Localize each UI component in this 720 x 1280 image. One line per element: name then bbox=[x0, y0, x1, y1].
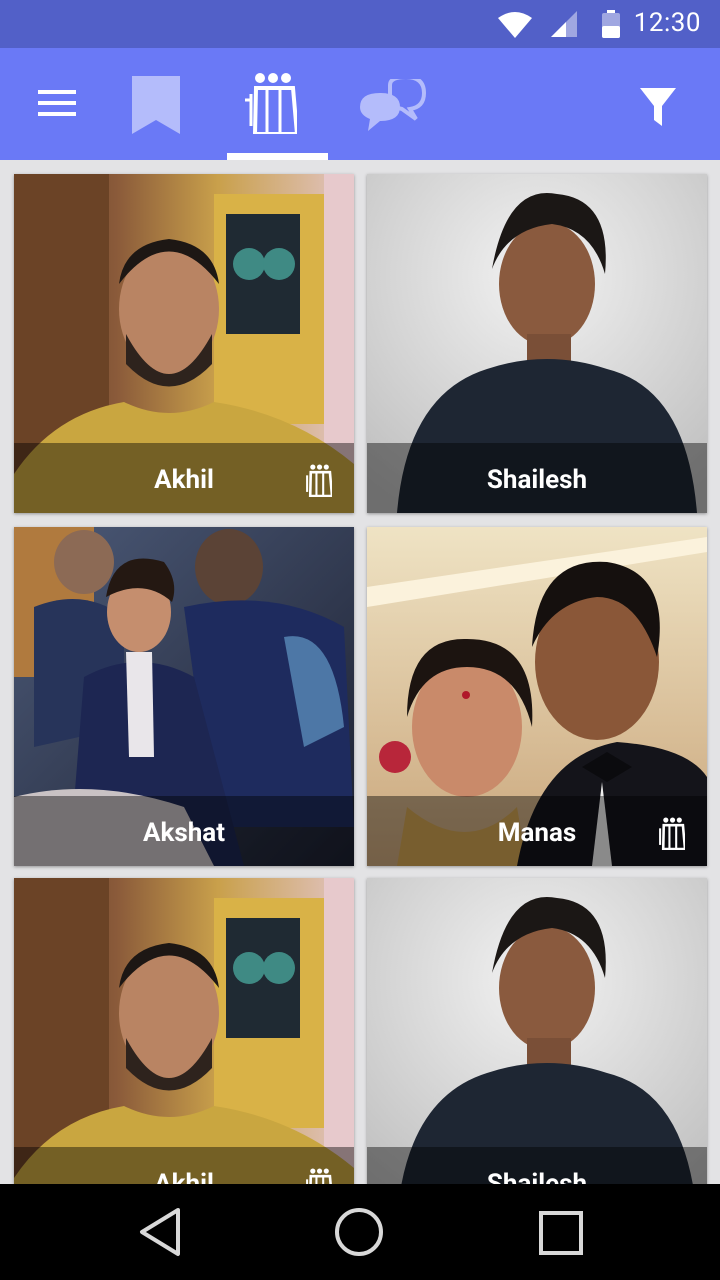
cell-signal-icon bbox=[551, 11, 577, 37]
selected-tab-indicator bbox=[227, 153, 328, 160]
person-photo bbox=[367, 878, 707, 1184]
person-card-akhil[interactable]: Akhil bbox=[14, 878, 354, 1184]
person-name: Akhil bbox=[154, 465, 214, 495]
status-bar: 12:30 bbox=[0, 0, 720, 48]
filter-funnel-icon[interactable] bbox=[640, 88, 676, 126]
person-card-akhil[interactable]: Akhil bbox=[14, 174, 354, 513]
person-name: Akhil bbox=[154, 1169, 214, 1184]
group-icon bbox=[306, 464, 332, 497]
person-card-manas[interactable]: Manas bbox=[367, 527, 707, 866]
app-bar bbox=[0, 48, 720, 160]
bookmark-icon[interactable] bbox=[132, 76, 180, 134]
home-circle-icon[interactable] bbox=[333, 1206, 385, 1258]
people-grid: Akhil Shailesh Akshat Manas Akhil Shaile… bbox=[0, 160, 720, 1184]
wifi-icon bbox=[498, 12, 532, 38]
person-name: Shailesh bbox=[486, 1169, 588, 1184]
recents-square-icon[interactable] bbox=[538, 1210, 584, 1256]
person-card-shailesh[interactable]: Shailesh bbox=[367, 878, 707, 1184]
battery-icon bbox=[602, 10, 620, 38]
group-icon bbox=[306, 1168, 332, 1184]
person-card-shailesh[interactable]: Shailesh bbox=[367, 174, 707, 513]
group-icon bbox=[659, 817, 685, 850]
group-icon[interactable] bbox=[243, 72, 297, 134]
person-card-akshat[interactable]: Akshat bbox=[14, 527, 354, 866]
person-photo bbox=[14, 878, 354, 1184]
system-nav-bar bbox=[0, 1184, 720, 1280]
clock-time: 12:30 bbox=[633, 8, 701, 38]
chat-bubbles-icon[interactable] bbox=[358, 79, 426, 133]
person-name: Manas bbox=[497, 818, 577, 848]
hamburger-menu-icon[interactable] bbox=[38, 90, 76, 116]
person-name: Shailesh bbox=[486, 465, 588, 495]
back-triangle-icon[interactable] bbox=[136, 1206, 184, 1258]
person-name: Akshat bbox=[143, 818, 225, 848]
